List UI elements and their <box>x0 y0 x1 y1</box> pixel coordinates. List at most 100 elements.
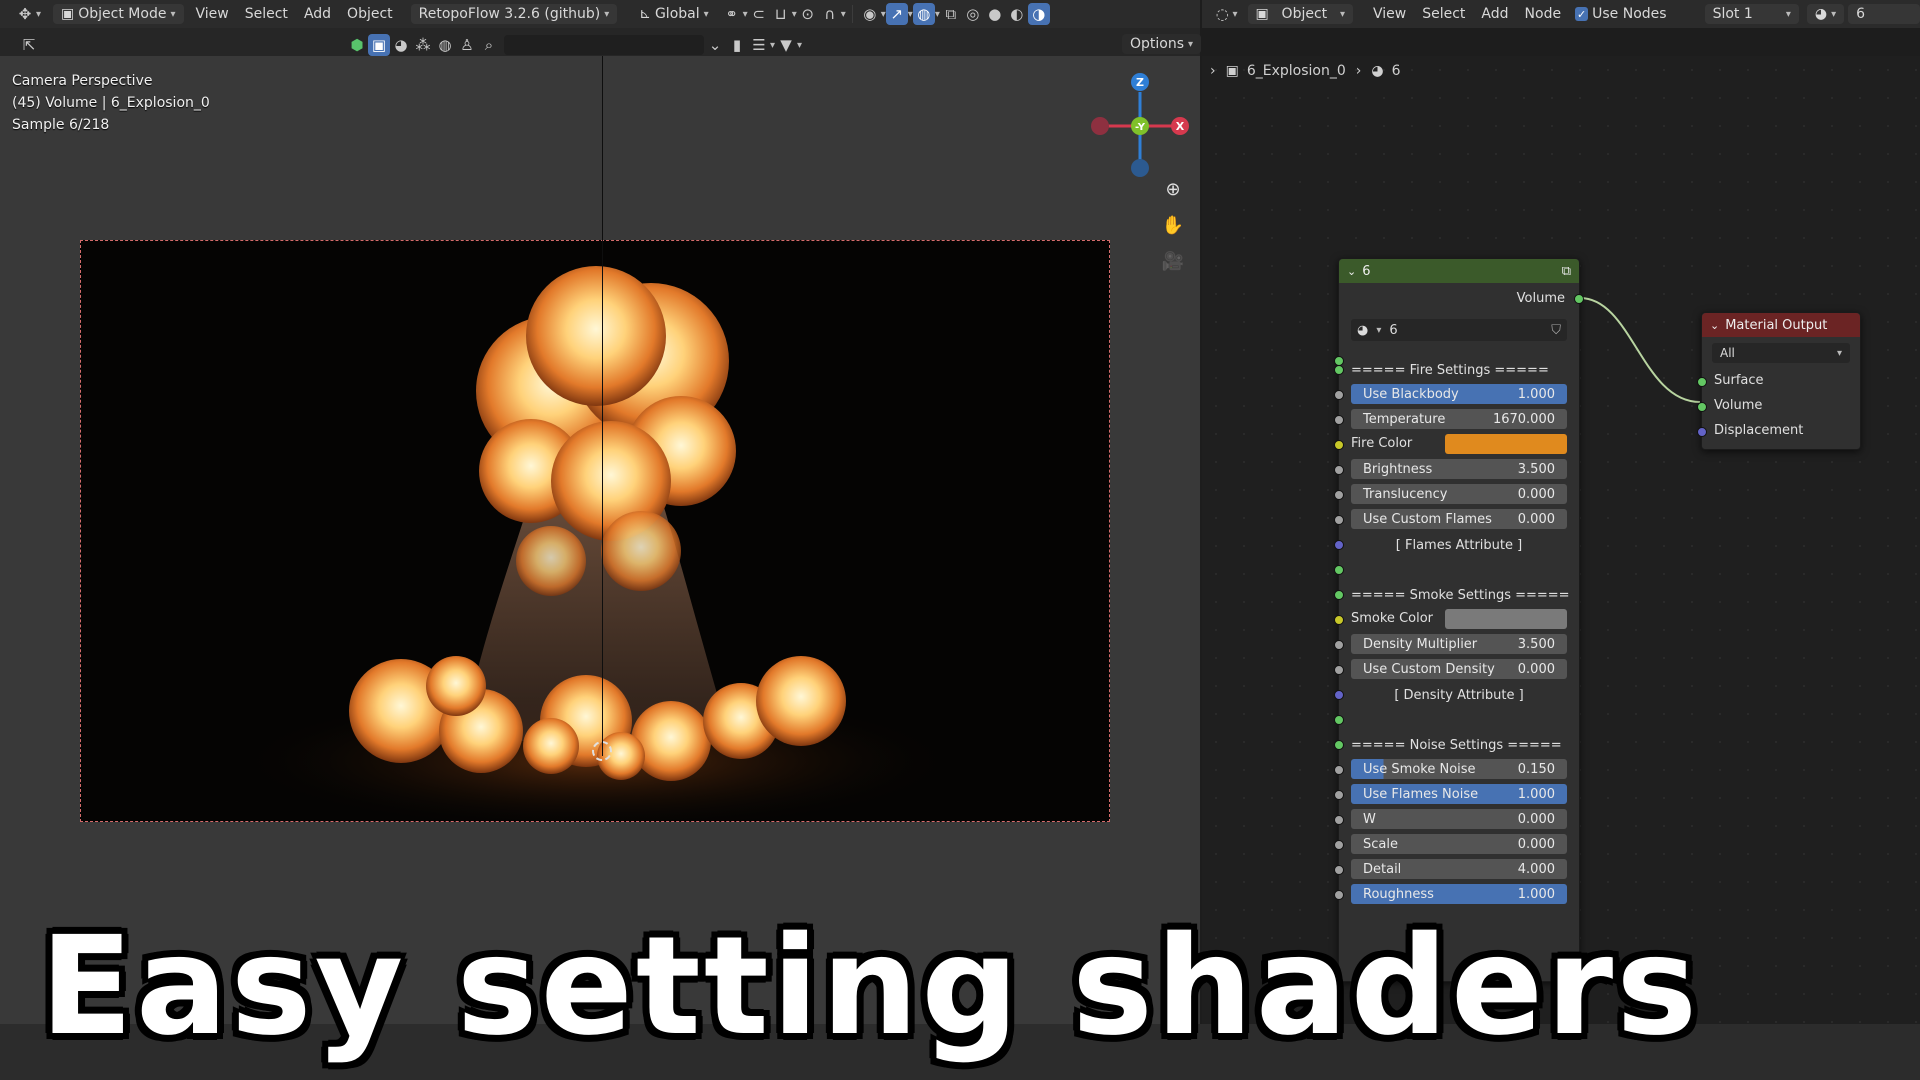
camera-view-icon[interactable]: 🎥 <box>1158 246 1188 276</box>
value-slider[interactable]: Use Blackbody 1.000 <box>1351 384 1567 404</box>
xray-icon[interactable]: ⧉ <box>940 3 962 25</box>
value-slider[interactable]: Density Multiplier 3.500 <box>1351 634 1567 654</box>
input-socket[interactable] <box>1334 665 1344 675</box>
input-socket[interactable] <box>1334 840 1344 850</box>
target-dropdown[interactable]: All ▾ <box>1712 343 1850 363</box>
input-displacement-socket[interactable] <box>1697 427 1707 437</box>
value-slider[interactable]: Detail 4.000 <box>1351 859 1567 879</box>
menu-select[interactable]: Select <box>237 4 296 24</box>
input-socket[interactable] <box>1334 465 1344 475</box>
menu-add[interactable]: Add <box>296 4 339 24</box>
input-socket[interactable] <box>1334 390 1344 400</box>
search-field[interactable] <box>504 35 704 55</box>
input-socket[interactable] <box>1334 565 1344 575</box>
menu-select[interactable]: Select <box>1414 4 1473 24</box>
menu-node[interactable]: Node <box>1517 4 1570 24</box>
slider-value: 1.000 <box>1517 386 1555 402</box>
select-tool-icon[interactable]: ⇱ <box>18 34 40 56</box>
zoom-icon[interactable]: ⊕ <box>1158 174 1188 204</box>
value-slider[interactable]: Brightness 3.500 <box>1351 459 1567 479</box>
group-node-header[interactable]: ⌄ 6 ⧉ <box>1339 259 1579 283</box>
value-slider[interactable]: Temperature 1670.000 <box>1351 409 1567 429</box>
value-slider[interactable]: W 0.000 <box>1351 809 1567 829</box>
editor-type-icon[interactable]: ✥ <box>14 3 36 25</box>
bookmark-icon[interactable]: ▮ <box>726 34 748 56</box>
mode-dropdown[interactable]: ▣ Object Mode ▾ <box>53 4 184 24</box>
shader-type-dropdown[interactable]: ▣ Object ▾ <box>1247 4 1353 24</box>
collapse-chevron-icon[interactable]: ⌄ <box>1710 319 1719 332</box>
input-socket[interactable] <box>1334 890 1344 900</box>
input-socket[interactable] <box>1334 865 1344 875</box>
menu-view[interactable]: View <box>188 4 237 24</box>
input-socket[interactable] <box>1334 515 1344 525</box>
output-socket[interactable] <box>1574 294 1584 304</box>
material-output-node[interactable]: ⌄ Material Output All ▾ Surface Volume D… <box>1697 312 1861 450</box>
color-swatch[interactable] <box>1445 434 1567 454</box>
value-slider[interactable]: Use Flames Noise 1.000 <box>1351 784 1567 804</box>
value-slider[interactable]: Roughness 1.000 <box>1351 884 1567 904</box>
search-icon[interactable]: ⌕ <box>478 34 500 56</box>
color-swatch[interactable] <box>1445 609 1567 629</box>
material-name-field[interactable]: 6 <box>1848 4 1920 24</box>
options-dropdown[interactable]: Options ▾ <box>1122 34 1202 54</box>
input-socket[interactable] <box>1334 415 1344 425</box>
snap-icon[interactable]: ⊂ <box>748 3 770 25</box>
material-filter-icon[interactable]: ◕ <box>390 34 412 56</box>
input-socket[interactable] <box>1334 765 1344 775</box>
3d-viewport[interactable]: Camera Perspective (45) Volume | 6_Explo… <box>0 56 1200 1024</box>
slider-label: Use Custom Density <box>1363 661 1495 677</box>
node-editor[interactable]: › ▣ 6_Explosion_0 › ◕ 6 ⌄ 6 ⧉ Volume ◕ ▾ … <box>1202 56 1920 1024</box>
material-shading-icon[interactable]: ◐ <box>1006 3 1028 25</box>
use-nodes-checkbox[interactable]: ✓ <box>1575 7 1589 21</box>
input-socket[interactable] <box>1334 490 1344 500</box>
group-node[interactable]: ⌄ 6 ⧉ Volume ◕ ▾ 6 ⛉ ===== Fire Settings … <box>1334 258 1584 982</box>
input-socket[interactable] <box>1334 815 1344 825</box>
value-slider[interactable]: Translucency 0.000 <box>1351 484 1567 504</box>
value-slider[interactable]: Use Custom Density 0.000 <box>1351 659 1567 679</box>
value-slider[interactable]: Use Smoke Noise 0.150 <box>1351 759 1567 779</box>
input-socket[interactable] <box>1334 615 1344 625</box>
material-browse[interactable]: ◕ ▾ <box>1806 4 1845 24</box>
addon-dropdown[interactable]: RetopoFlow 3.2.6 (github) ▾ <box>410 4 618 24</box>
editor-type-icon[interactable]: ◌ <box>1212 3 1233 25</box>
brush-filter-icon[interactable]: ♙ <box>456 34 478 56</box>
collapse-chevron-icon[interactable]: ⌄ <box>1347 265 1356 278</box>
menu-add[interactable]: Add <box>1473 4 1516 24</box>
input-volume-socket[interactable] <box>1697 402 1707 412</box>
object-filter-icon[interactable]: ▣ <box>368 34 390 56</box>
navigation-gizmo[interactable]: Z X -Y <box>1080 70 1190 180</box>
menu-view[interactable]: View <box>1365 4 1414 24</box>
value-slider[interactable]: Use Custom Flames 0.000 <box>1351 509 1567 529</box>
funnel-icon[interactable]: ▼ <box>775 34 797 56</box>
overlay-toggle-icon[interactable]: ◍ <box>912 3 935 25</box>
particles-filter-icon[interactable]: ⁂ <box>412 34 434 56</box>
proportional-edit-icon[interactable]: ⊙ <box>797 3 819 25</box>
hierarchy-icon[interactable]: ☰ <box>748 34 770 56</box>
use-nodes-label[interactable]: Use Nodes <box>1588 4 1674 24</box>
menu-object[interactable]: Object <box>339 4 401 24</box>
input-socket[interactable] <box>1334 640 1344 650</box>
visibility-icon[interactable]: ◉ <box>859 3 881 25</box>
pivot-icon[interactable]: ⚭ <box>721 3 743 25</box>
fake-user-shield-icon[interactable]: ⛉ <box>1551 323 1561 338</box>
input-surface-socket[interactable] <box>1697 377 1707 387</box>
input-socket[interactable] <box>1334 440 1344 450</box>
snap-target-icon[interactable]: ⊔ <box>770 3 792 25</box>
datablock-selector[interactable]: ◕ ▾ 6 ⛉ <box>1351 319 1567 341</box>
orientation-dropdown[interactable]: ⊾ Global ▾ <box>631 4 716 24</box>
node-group-icon[interactable]: ⧉ <box>1562 264 1571 279</box>
filter-dropdown-icon[interactable]: ⌄ <box>704 34 726 56</box>
material-output-header[interactable]: ⌄ Material Output <box>1702 313 1860 337</box>
gizmo-toggle-icon[interactable]: ↗ <box>885 3 908 25</box>
world-filter-icon[interactable]: ◍ <box>434 34 456 56</box>
wireframe-shading-icon[interactable]: ◎ <box>962 3 984 25</box>
value-slider[interactable]: Scale 0.000 <box>1351 834 1567 854</box>
rendered-shading-icon[interactable]: ◑ <box>1027 3 1050 25</box>
pan-hand-icon[interactable]: ✋ <box>1158 210 1188 240</box>
scene-icon[interactable]: ⬢ <box>346 34 368 56</box>
falloff-icon[interactable]: ∩ <box>819 3 841 25</box>
solid-shading-icon[interactable]: ● <box>984 3 1006 25</box>
input-socket[interactable] <box>1334 790 1344 800</box>
slot-dropdown[interactable]: Slot 1 ▾ <box>1704 4 1799 24</box>
input-socket[interactable] <box>1334 715 1344 725</box>
